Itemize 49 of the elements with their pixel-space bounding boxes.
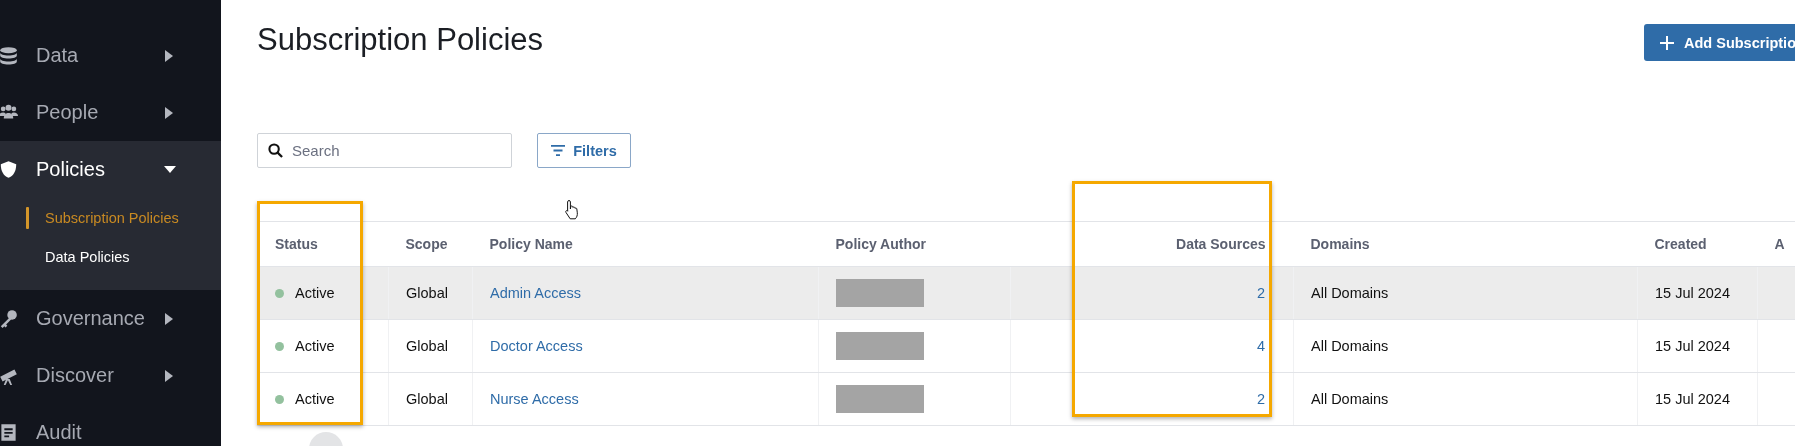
sidebar-item[interactable]: People [0,84,221,141]
key-icon [0,309,18,328]
table-row[interactable]: Active Global Doctor Access 4 All Domains 15 Jul 2024 [257,319,1795,373]
add-subscription-button[interactable]: Add Subscriptio [1644,24,1795,61]
column-header: Domains [1293,221,1638,267]
search-field[interactable]: Search [257,133,512,168]
sidebar-item[interactable]: Policies [0,141,221,198]
column-header: A [1757,221,1795,267]
data-sources-link[interactable]: 2 [1256,391,1265,407]
search-icon [268,143,283,158]
filter-icon [551,145,566,156]
sidebar-item[interactable]: Discover [0,347,221,404]
policy-name-link[interactable]: Doctor Access [490,338,583,354]
sidebar-item[interactable]: Audit [0,404,221,446]
sidebar-subitem[interactable]: Subscription Policies [0,198,221,237]
column-header: Created [1637,221,1758,267]
page-title: Subscription Policies [257,22,544,58]
table-cell: All Domains [1311,285,1389,301]
table-cell: 15 Jul 2024 [1655,338,1730,354]
table-row[interactable]: Active Global Nurse Access 2 All Domains 15 Jul 2024 [257,372,1795,426]
sidebar-subitem[interactable]: Data Policies [0,237,221,276]
column-header: Data Sources [1010,221,1294,267]
column-header: Status [257,221,389,267]
status-text: Active [295,285,335,301]
filters-button[interactable]: Filters [537,133,631,168]
table-cell: All Domains [1311,338,1389,354]
data-sources-link[interactable]: 2 [1256,285,1265,301]
database-icon [0,46,18,65]
hand-cursor-icon [564,199,580,221]
sidebar-item[interactable]: Governance [0,290,221,347]
policy-name-link[interactable]: Nurse Access [490,391,579,407]
table-cell: Global [406,285,448,301]
plus-icon [1660,35,1674,50]
table-cell: 15 Jul 2024 [1655,391,1730,407]
table-row[interactable]: Active Global Admin Access 2 All Domains 15 Jul 2024 [257,266,1795,320]
data-sources-link[interactable]: 4 [1256,338,1265,354]
sidebar-item[interactable]: Data [0,27,221,84]
table-cell: Global [406,391,448,407]
status-text: Active [295,338,335,354]
column-header: Scope [388,221,473,267]
status-text: Active [295,391,335,407]
doc-icon [0,423,18,442]
table-cell: Global [406,338,448,354]
table-cell: 15 Jul 2024 [1655,285,1730,301]
shield-icon [0,160,18,179]
column-header: Policy Name [472,221,819,267]
column-header: Policy Author [818,221,1011,267]
table-cell: All Domains [1311,391,1389,407]
policy-name-link[interactable]: Admin Access [490,285,582,301]
